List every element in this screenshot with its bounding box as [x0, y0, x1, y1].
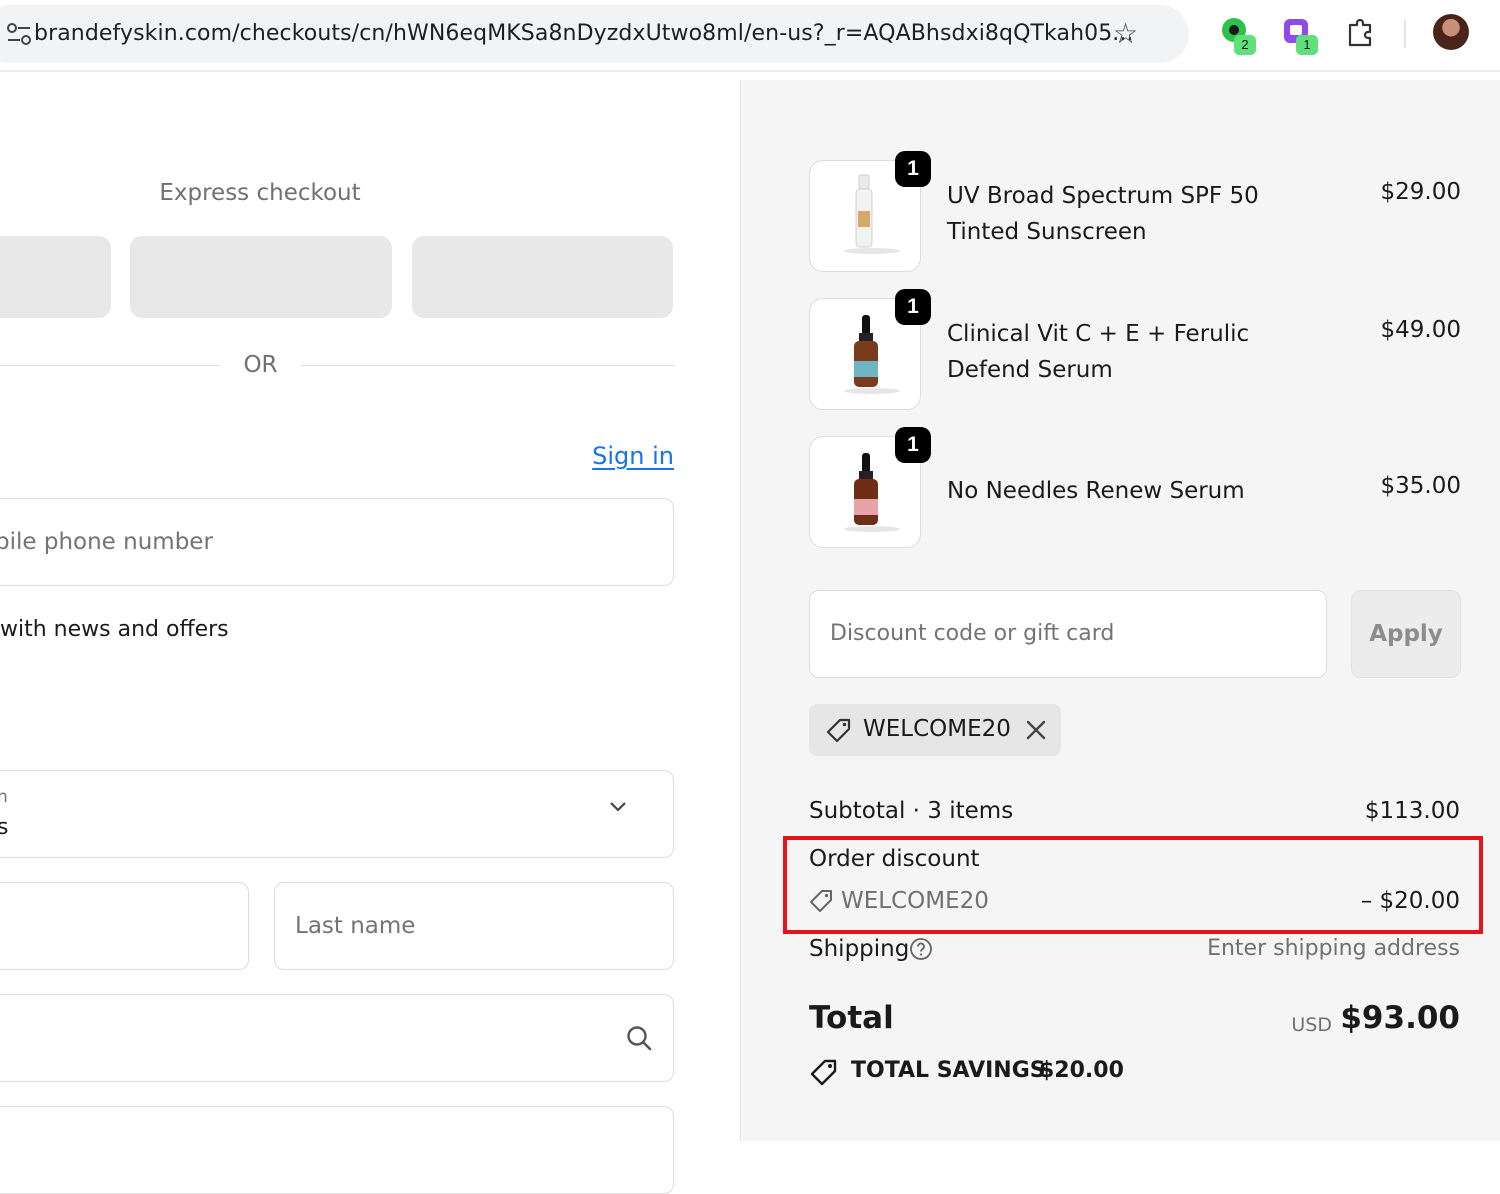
extension-badge: 2: [1234, 35, 1256, 55]
url-text[interactable]: brandefyskin.com/checkouts/cn/hWN6eqMKSa…: [34, 21, 1134, 46]
shipping-label: Shipping: [809, 936, 910, 962]
extension-app-icon[interactable]: 1: [1282, 17, 1320, 57]
toolbar-divider: [1404, 20, 1406, 48]
chevron-down-icon: [610, 802, 626, 812]
order-discount-label: Order discount: [809, 846, 980, 872]
extension-badge: 1: [1296, 35, 1318, 55]
product-name: UV Broad Spectrum SPF 50 Tinted Sunscree…: [947, 183, 1259, 245]
browser-toolbar: brandefyskin.com/checkouts/cn/hWN6eqMKSa…: [0, 0, 1500, 72]
or-divider-label: OR: [243, 352, 278, 378]
tag-icon: [810, 890, 832, 912]
total-savings-label: Total savings: [851, 1058, 1046, 1083]
product-thumbnail: 1: [809, 151, 931, 272]
product-price: $49.00: [1380, 317, 1461, 343]
order-summary-column: 1 UV Broad Spectrum SPF 50 Tinted Sunscr…: [740, 80, 1500, 1141]
line-item: 1 Clinical Vit C + E + Ferulic Defend Se…: [809, 289, 1461, 410]
first-name-input[interactable]: [0, 882, 249, 970]
product-price: $29.00: [1380, 179, 1461, 205]
order-discount-code: WELCOME20: [841, 888, 989, 914]
site-info-icon[interactable]: [6, 22, 32, 46]
checkout-form-column: Express checkout OR Sign in bile phone n…: [0, 80, 740, 1194]
express-checkout-title: Express checkout: [159, 180, 361, 206]
express-pay-button[interactable]: [0, 236, 111, 318]
line-item: 1 No Needles Renew Serum $35.00: [809, 427, 1461, 548]
quantity-badge: 1: [895, 289, 931, 325]
help-question-icon[interactable]: [909, 937, 933, 961]
discount-code-input[interactable]: Discount code or gift card: [809, 590, 1327, 678]
discount-placeholder: Discount code or gift card: [830, 621, 1115, 646]
applied-discount-tag: WELCOME20: [809, 704, 1061, 756]
country-field-value: s: [0, 815, 9, 840]
savings-tag-icon: [810, 1059, 837, 1086]
tag-icon: [826, 718, 851, 743]
quantity-badge: 1: [895, 151, 931, 187]
last-name-placeholder: Last name: [295, 913, 416, 939]
extensions-puzzle-icon[interactable]: [1344, 17, 1376, 49]
bookmark-star-icon[interactable]: ☆: [1113, 20, 1138, 48]
remove-discount-close-icon[interactable]: [1023, 717, 1049, 743]
product-thumbnail: 1: [809, 427, 931, 548]
news-offers-label[interactable]: with news and offers: [0, 617, 229, 642]
search-icon: [627, 1026, 652, 1051]
order-discount-value: – $20.00: [1360, 888, 1460, 914]
subtotal-value: $113.00: [1364, 798, 1460, 824]
apply-discount-button[interactable]: Apply: [1351, 590, 1461, 678]
address-input[interactable]: [0, 994, 674, 1082]
product-name: No Needles Renew Serum: [947, 478, 1245, 504]
product-thumbnail: 1: [809, 289, 931, 410]
line-item: 1 UV Broad Spectrum SPF 50 Tinted Sunscr…: [809, 151, 1461, 272]
country-field-label: n: [0, 787, 8, 807]
quantity-badge: 1: [895, 427, 931, 463]
profile-avatar[interactable]: [1433, 14, 1469, 50]
express-pay-button[interactable]: [412, 236, 673, 318]
apartment-input[interactable]: [0, 1106, 674, 1194]
last-name-input[interactable]: Last name: [274, 882, 674, 970]
total-value: $93.00: [1340, 1000, 1460, 1036]
total-savings-value: $20.00: [1039, 1058, 1124, 1083]
divider-line: [0, 365, 220, 366]
express-pay-button[interactable]: [130, 236, 392, 318]
address-bar[interactable]: brandefyskin.com/checkouts/cn/hWN6eqMKSa…: [0, 5, 1189, 63]
extension-chat-icon[interactable]: 2: [1220, 17, 1258, 57]
country-select[interactable]: n s: [0, 770, 674, 858]
product-price: $35.00: [1380, 473, 1461, 499]
phone-placeholder: bile phone number: [0, 529, 213, 555]
shipping-value: Enter shipping address: [1207, 936, 1460, 961]
product-name: Clinical Vit C + E + Ferulic Defend Seru…: [947, 321, 1250, 383]
subtotal-label: Subtotal · 3 items: [809, 798, 1014, 824]
applied-code-text: WELCOME20: [863, 716, 1011, 742]
divider-line: [301, 365, 674, 366]
currency-code: USD: [1291, 1014, 1332, 1036]
total-label: Total: [809, 1000, 894, 1036]
contact-phone-input[interactable]: bile phone number: [0, 498, 674, 586]
sign-in-link[interactable]: Sign in: [592, 442, 674, 470]
